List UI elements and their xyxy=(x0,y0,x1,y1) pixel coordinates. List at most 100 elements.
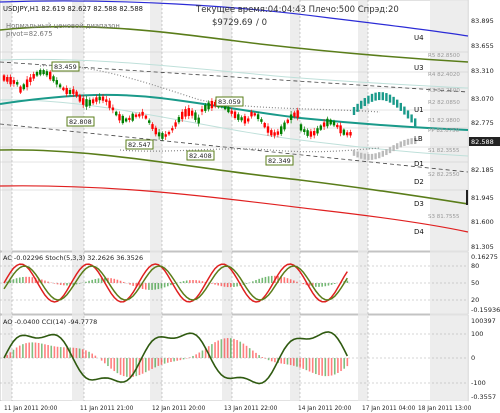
candle-body xyxy=(121,115,124,124)
level-d2: D2 xyxy=(414,178,424,186)
forecast-ghost-candle xyxy=(367,153,370,160)
candle-body xyxy=(289,114,293,120)
ao-bar xyxy=(195,354,197,358)
candle-body xyxy=(181,111,184,120)
ac-bar xyxy=(31,277,34,283)
ac-bar xyxy=(233,283,235,287)
account-info-line: Текущее время:04:04:43 Плечо:500 Спрэд:2… xyxy=(195,5,399,15)
forecast-candle xyxy=(370,93,374,102)
ac-bar xyxy=(293,280,295,283)
ao-bar xyxy=(154,358,156,368)
ao-bar xyxy=(163,358,166,364)
forecast-ghost-candle xyxy=(360,152,363,159)
ac-bar xyxy=(201,281,204,283)
forecast-ghost-candle xyxy=(392,145,395,152)
candle-body xyxy=(184,109,187,117)
candle-body xyxy=(118,114,121,121)
ac-bar xyxy=(144,283,147,290)
candle-body xyxy=(91,99,95,104)
ao-bar xyxy=(75,348,78,358)
ao-bar xyxy=(15,347,18,358)
ao-bar xyxy=(318,358,320,376)
price-tick: 81.305 xyxy=(471,243,494,251)
ao-bar xyxy=(50,345,53,358)
ac-bar xyxy=(18,277,21,283)
forecast-ghost-candle xyxy=(352,149,356,156)
forecast-candle xyxy=(410,114,413,123)
ac-bar xyxy=(66,283,68,286)
candle-body xyxy=(309,131,313,137)
candle-body xyxy=(108,100,111,108)
price-tick: 81.945 xyxy=(471,194,494,202)
ao-bar xyxy=(315,358,317,375)
forecast-ghost-candle xyxy=(385,149,388,156)
ao-bar xyxy=(41,343,43,358)
ac-bar xyxy=(252,281,254,283)
ac-bar xyxy=(28,276,30,283)
ao-bar xyxy=(236,340,238,358)
candle-body xyxy=(296,110,299,118)
ao-bar xyxy=(22,344,24,358)
ac-bar xyxy=(160,283,163,289)
ao-bar xyxy=(104,358,106,364)
ac-bar xyxy=(236,283,238,287)
ac-bar xyxy=(220,283,223,287)
ao-bar xyxy=(119,358,122,375)
ac-bar xyxy=(119,280,122,283)
candle-body xyxy=(115,111,118,116)
candle-body xyxy=(161,132,164,139)
candle-body xyxy=(230,110,233,114)
ao-bar xyxy=(151,358,153,369)
level-d3: D3 xyxy=(414,200,424,208)
ao-bar xyxy=(283,358,286,364)
ao-bar xyxy=(248,348,251,358)
forecast-candle xyxy=(381,92,384,101)
candle-body xyxy=(342,129,346,135)
level-s1: S1 82.3555 xyxy=(428,148,460,154)
ao-bar xyxy=(308,358,311,372)
ao-bar xyxy=(122,358,125,377)
ao-bar xyxy=(18,345,21,358)
price-box-5: 83.059 xyxy=(218,98,241,106)
svg-text:12 Jan 2011 20:00: 12 Jan 2011 20:00 xyxy=(152,406,206,412)
ao-bar xyxy=(44,344,46,358)
ao-bar xyxy=(330,358,333,376)
candle-body xyxy=(346,132,349,136)
candle-body xyxy=(42,70,45,75)
forecast-candle xyxy=(392,96,395,105)
ac-bar xyxy=(333,283,336,284)
ao-bar xyxy=(85,350,87,358)
price-axis: 83.895 83.655 83.310 83.070 82.775 82.58… xyxy=(469,17,500,251)
ac-bar xyxy=(113,278,116,283)
candle-body xyxy=(273,132,276,136)
price-tick: 83.070 xyxy=(471,95,494,103)
candle-body xyxy=(124,118,128,122)
trading-chart[interactable]: 83.459 82.808 82.547 82.408 83.059 82.34… xyxy=(0,0,500,413)
candle-body xyxy=(32,74,35,79)
level-r4: R4 82.4020 xyxy=(428,72,460,78)
ao-bar xyxy=(280,358,282,364)
candle-body xyxy=(270,130,273,136)
ao-bar xyxy=(239,341,242,358)
ac-bar xyxy=(15,278,18,283)
balance-suffix: / 0 xyxy=(256,18,267,28)
price-tick: 83.655 xyxy=(471,42,494,50)
candle-body xyxy=(174,122,177,127)
candle-body xyxy=(190,110,194,116)
ao-bar xyxy=(91,353,93,358)
candle-body xyxy=(164,134,167,137)
pivot-label: pivot=82.675 xyxy=(6,30,53,38)
ac-bar xyxy=(198,280,201,283)
level-pp: PP 82.6750 xyxy=(428,128,460,134)
price-tick: 83.310 xyxy=(471,67,494,75)
price-tick: 83.895 xyxy=(471,17,494,25)
candle-body xyxy=(78,95,82,102)
ac-bar xyxy=(346,280,349,283)
candle-body xyxy=(148,120,151,123)
ao-bar xyxy=(321,358,323,376)
ao-bar xyxy=(252,350,254,358)
ac-bar xyxy=(230,283,232,288)
ac-bar xyxy=(22,277,24,283)
forecast-candle xyxy=(363,98,366,107)
svg-text:20: 20 xyxy=(471,296,479,304)
